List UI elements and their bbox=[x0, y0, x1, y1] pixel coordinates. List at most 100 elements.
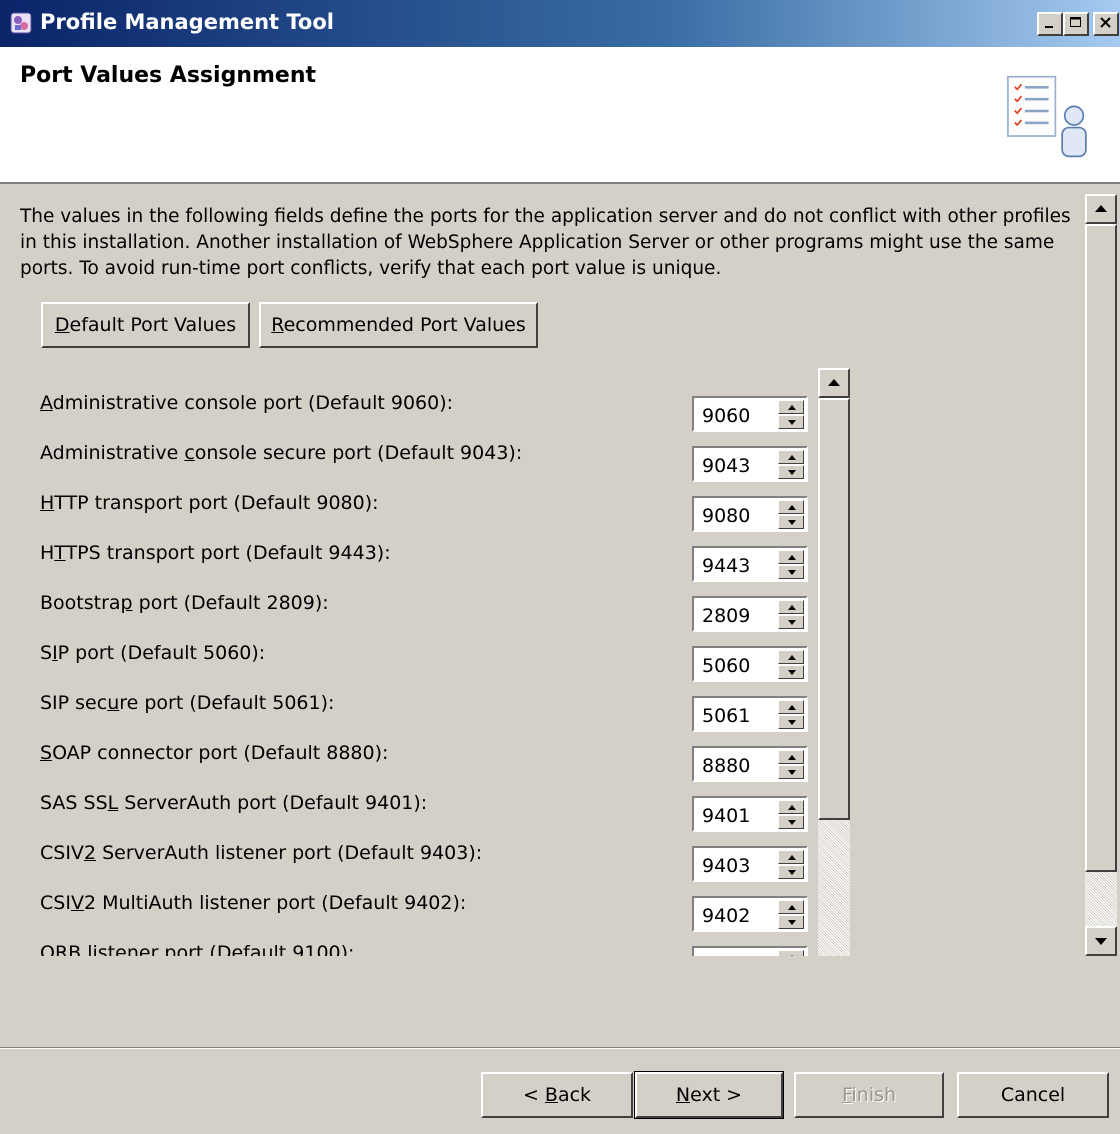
wizard-checklist-person-icon bbox=[1007, 75, 1087, 158]
spin-down-icon bbox=[788, 720, 796, 725]
spin-down-icon bbox=[788, 670, 796, 675]
port-spinner[interactable] bbox=[692, 796, 808, 832]
spin-down-button[interactable] bbox=[778, 715, 804, 729]
port-value-input[interactable] bbox=[702, 555, 766, 577]
port-spinner[interactable] bbox=[692, 896, 808, 932]
spin-down-icon bbox=[788, 520, 796, 525]
finish-button[interactable]: Finish bbox=[794, 1072, 944, 1118]
spin-down-button[interactable] bbox=[778, 615, 804, 629]
port-spinner[interactable] bbox=[692, 596, 808, 632]
port-label: SIP secure port (Default 5061): bbox=[40, 692, 335, 714]
spin-down-icon bbox=[788, 570, 796, 575]
port-spinner[interactable] bbox=[692, 546, 808, 582]
port-value-input[interactable] bbox=[702, 405, 766, 427]
spin-down-icon bbox=[788, 870, 796, 875]
default-port-values-button[interactable]: Default Port Values bbox=[41, 302, 250, 348]
spin-up-button[interactable] bbox=[778, 700, 804, 714]
port-spinner[interactable] bbox=[692, 496, 808, 532]
spin-down-icon bbox=[788, 470, 796, 475]
port-spinner[interactable] bbox=[692, 946, 808, 956]
spin-down-button[interactable] bbox=[778, 465, 804, 479]
port-spinner[interactable] bbox=[692, 646, 808, 682]
recommended-port-values-label: Recommended Port Values bbox=[271, 314, 526, 336]
maximize-button[interactable] bbox=[1063, 12, 1089, 36]
port-value-input[interactable] bbox=[702, 505, 766, 527]
spin-down-button[interactable] bbox=[778, 865, 804, 879]
next-button[interactable]: Next > bbox=[634, 1071, 784, 1119]
cancel-button[interactable]: Cancel bbox=[957, 1072, 1109, 1118]
port-label: SAS SSL ServerAuth port (Default 9401): bbox=[40, 792, 428, 814]
description-text: The values in the following fields defin… bbox=[20, 206, 1071, 279]
spin-up-icon bbox=[788, 555, 796, 560]
spin-up-button[interactable] bbox=[778, 750, 804, 764]
spin-down-icon bbox=[788, 920, 796, 925]
port-value-input[interactable] bbox=[702, 605, 766, 627]
port-value-input[interactable] bbox=[702, 705, 766, 727]
spin-up-icon bbox=[788, 455, 796, 460]
spin-down-button[interactable] bbox=[778, 765, 804, 779]
spin-up-button[interactable] bbox=[778, 550, 804, 564]
next-button-label: Next > bbox=[675, 1084, 743, 1106]
back-button[interactable]: < Back bbox=[481, 1072, 633, 1118]
spin-down-button[interactable] bbox=[778, 415, 804, 429]
window-title: Profile Management Tool bbox=[40, 10, 334, 34]
spin-up-button[interactable] bbox=[778, 400, 804, 414]
spin-up-icon bbox=[788, 755, 796, 760]
spin-up-icon bbox=[788, 855, 796, 860]
wizard-header: Port Values Assignment bbox=[0, 47, 1120, 184]
port-label: Administrative console port (Default 906… bbox=[40, 392, 454, 414]
spin-up-button[interactable] bbox=[778, 900, 804, 914]
spin-up-button[interactable] bbox=[778, 850, 804, 864]
spin-up-button[interactable] bbox=[778, 650, 804, 664]
port-spinner[interactable] bbox=[692, 696, 808, 732]
port-value-input[interactable] bbox=[702, 755, 766, 777]
spin-down-button[interactable] bbox=[778, 515, 804, 529]
spin-down-button[interactable] bbox=[778, 665, 804, 679]
spin-up-button[interactable] bbox=[778, 600, 804, 614]
port-spinner[interactable] bbox=[692, 396, 808, 432]
port-label: SOAP connector port (Default 8880): bbox=[40, 742, 389, 764]
port-value-input[interactable] bbox=[702, 855, 766, 877]
port-label: SIP port (Default 5060): bbox=[40, 642, 266, 664]
spin-up-button[interactable] bbox=[778, 500, 804, 514]
title-bar: Profile Management Tool bbox=[0, 0, 1120, 47]
spin-down-icon bbox=[788, 770, 796, 775]
port-spinner[interactable] bbox=[692, 846, 808, 882]
recommended-port-values-button[interactable]: Recommended Port Values bbox=[259, 302, 538, 348]
spin-down-button[interactable] bbox=[778, 565, 804, 579]
spin-up-button[interactable] bbox=[778, 950, 804, 956]
port-label: CSIV2 MultiAuth listener port (Default 9… bbox=[40, 892, 467, 914]
port-list-scroll-thumb[interactable] bbox=[818, 398, 850, 820]
close-button[interactable] bbox=[1093, 12, 1119, 36]
finish-button-label: Finish bbox=[841, 1084, 897, 1106]
page-scroll-up-button[interactable] bbox=[1085, 194, 1117, 224]
minimize-icon bbox=[1045, 26, 1053, 28]
close-icon bbox=[1100, 17, 1111, 28]
profile-tool-icon bbox=[10, 12, 32, 34]
spin-up-icon bbox=[788, 905, 796, 910]
spin-down-button[interactable] bbox=[778, 915, 804, 929]
spin-down-icon bbox=[788, 420, 796, 425]
port-value-input[interactable] bbox=[702, 955, 766, 956]
port-list-scroll-up-button[interactable] bbox=[818, 368, 850, 398]
minimize-button[interactable] bbox=[1037, 12, 1063, 36]
maximize-icon bbox=[1070, 17, 1081, 27]
port-value-input[interactable] bbox=[702, 655, 766, 677]
spin-down-button[interactable] bbox=[778, 815, 804, 829]
spin-up-button[interactable] bbox=[778, 800, 804, 814]
port-value-input[interactable] bbox=[702, 805, 766, 827]
spin-up-icon bbox=[791, 955, 793, 956]
default-port-values-label: Default Port Values bbox=[54, 314, 237, 336]
port-list: Administrative console port (Default 906… bbox=[0, 376, 1120, 956]
port-value-input[interactable] bbox=[702, 905, 766, 927]
footer-separator bbox=[0, 1047, 1120, 1049]
port-spinner[interactable] bbox=[692, 746, 808, 782]
port-spinner[interactable] bbox=[692, 446, 808, 482]
arrow-up-icon bbox=[828, 379, 840, 386]
port-value-input[interactable] bbox=[702, 455, 766, 477]
arrow-up-icon bbox=[1095, 205, 1107, 212]
port-label: CSIV2 ServerAuth listener port (Default … bbox=[40, 842, 483, 864]
spin-up-button[interactable] bbox=[778, 450, 804, 464]
spin-up-icon bbox=[788, 705, 796, 710]
port-list-scrollbar[interactable] bbox=[818, 368, 850, 956]
